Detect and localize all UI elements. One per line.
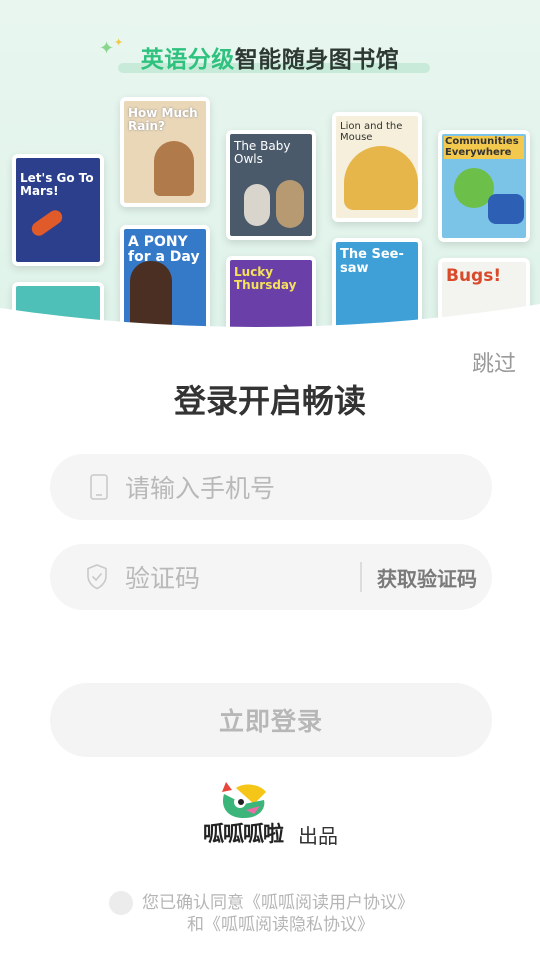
code-field[interactable]: 验证码 获取验证码	[50, 544, 492, 610]
rocket-icon	[29, 207, 65, 239]
book-title: Lucky Thursday	[234, 265, 297, 292]
book-title: Bugs!	[446, 266, 502, 286]
book-title: A PONY for a Day	[128, 234, 200, 265]
page-title: 登录开启畅读	[173, 382, 366, 420]
user-agreement-link[interactable]: 《呱呱阅读用户协议》	[244, 893, 414, 913]
slogan: 英语分级智能随身图书馆	[0, 40, 540, 74]
book-cover[interactable]: How Much Rain?	[120, 97, 210, 207]
agreement-text-line2: 和《呱呱阅读隐私协议》	[187, 914, 374, 936]
brand-suffix: 出品	[298, 824, 338, 848]
owl-illustration	[244, 184, 270, 226]
book-cover[interactable]: Lion and the Mouse	[332, 112, 422, 222]
login-sheet	[0, 330, 540, 960]
character-illustration	[488, 194, 524, 224]
agreement-prefix: 您已确认同意	[142, 893, 244, 913]
agreement-text: 您已确认同意《呱呱阅读用户协议》	[142, 892, 414, 914]
book-title: The See-saw	[340, 247, 404, 276]
slogan-tail: 智能随身图书馆	[234, 47, 400, 73]
shield-check-icon	[50, 544, 108, 610]
skip-button[interactable]: 跳过	[472, 346, 516, 378]
phone-field[interactable]: 请输入手机号	[50, 454, 492, 520]
slogan-highlight: 英语分级	[140, 47, 235, 73]
code-input[interactable]: 验证码	[125, 559, 360, 595]
login-button[interactable]: 立即登录	[50, 683, 492, 757]
book-title: Let's Go To Mars!	[20, 171, 94, 198]
agreement-conjunction: 和	[187, 915, 204, 935]
girl-illustration	[154, 141, 194, 196]
book-cover[interactable]: Let's Go To Mars!	[12, 154, 104, 266]
book-title: The Baby Owls	[234, 139, 291, 166]
agreement-checkbox[interactable]	[109, 891, 133, 915]
get-code-button[interactable]: 获取验证码	[362, 563, 492, 592]
brand-name: 呱呱呱啦	[203, 822, 284, 846]
book-cover[interactable]: The Baby Owls	[226, 130, 316, 240]
owl-illustration	[276, 180, 304, 228]
book-title: Lion and the Mouse	[340, 121, 403, 143]
book-cover[interactable]: Communities Everywhere	[438, 130, 530, 242]
header-banner: ✦ ✦ 英语分级智能随身图书馆 Let's Go To Mars! How Mu…	[0, 0, 540, 340]
phone-icon	[50, 454, 108, 520]
lion-illustration	[344, 146, 418, 210]
book-title: How Much Rain?	[128, 106, 198, 133]
privacy-agreement-link[interactable]: 《呱呱阅读隐私协议》	[204, 915, 374, 935]
book-title: Communities Everywhere	[444, 136, 524, 159]
phone-input[interactable]: 请输入手机号	[125, 469, 492, 505]
